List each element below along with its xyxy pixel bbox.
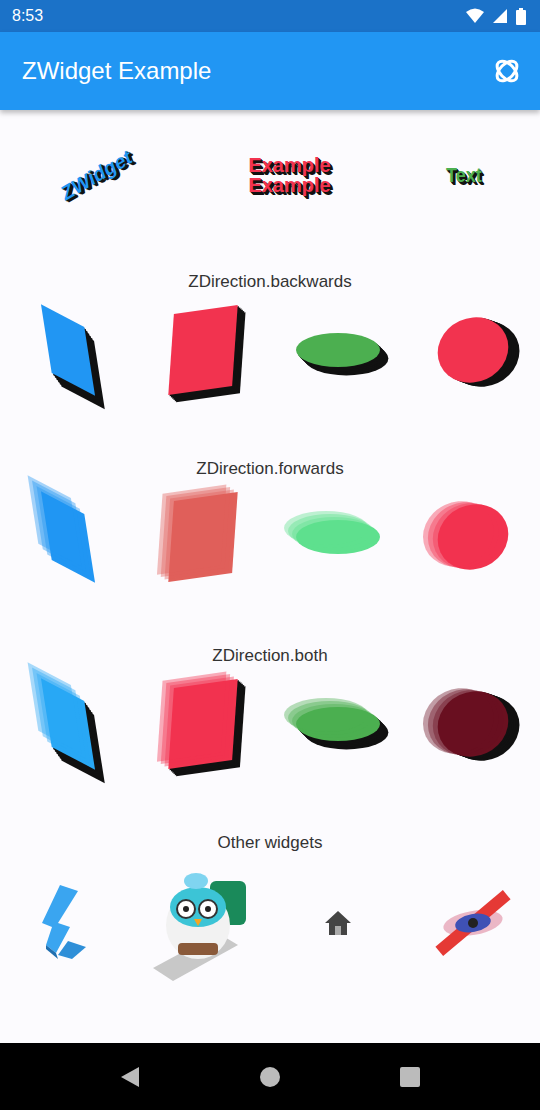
- z-shape: [283, 669, 393, 779]
- app-bar: ZWidget Example: [0, 32, 540, 110]
- shape-layer: [284, 511, 368, 545]
- other-widget: [13, 868, 123, 978]
- shape-layer: [168, 304, 237, 394]
- hero-label: ZWidget: [58, 146, 133, 204]
- status-time: 8:53: [12, 7, 43, 25]
- z-shape: [148, 295, 258, 405]
- shape-row: [0, 292, 540, 407]
- shape-layer: [426, 305, 518, 393]
- status-icons: [466, 8, 526, 25]
- section-title: Other widgets: [0, 833, 540, 853]
- section-title: ZDirection.backwards: [0, 272, 540, 292]
- other-widget: [283, 868, 393, 978]
- shape-layer: [27, 475, 81, 566]
- z-shape: [283, 295, 393, 405]
- rings-icon[interactable]: [492, 56, 522, 86]
- shape-layer: [156, 484, 225, 574]
- z-shape: [13, 482, 123, 592]
- shape-stack: [168, 678, 237, 768]
- shape-stack: [296, 520, 380, 554]
- hero-text: ZWidget: [58, 146, 133, 204]
- logo-icon: [38, 883, 98, 963]
- z-shape: [13, 295, 123, 405]
- other-section: Other widgets: [0, 833, 540, 993]
- screen: 8:53 ZWidget Example ZWidget Example Exa…: [0, 0, 540, 1110]
- direction-section: ZDirection.both: [0, 646, 540, 781]
- shape-stack: [168, 491, 237, 581]
- other-widget: [148, 868, 258, 978]
- status-bar: 8:53: [0, 0, 540, 32]
- hero-row: ZWidget Example Example Text: [0, 130, 540, 220]
- shape-layer: [27, 662, 81, 753]
- shape-layer: [156, 671, 225, 761]
- back-icon[interactable]: [119, 1065, 141, 1089]
- shape-stack: [426, 492, 518, 580]
- hero-label: Text: [446, 165, 482, 185]
- z-shape: [418, 669, 528, 779]
- shape-stack: [168, 304, 237, 394]
- shape-layer: [412, 489, 504, 577]
- battery-icon: [516, 8, 526, 25]
- shape-stack: [40, 678, 94, 769]
- section-title: ZDirection.forwards: [0, 459, 540, 479]
- owl-picture-icon: [148, 863, 258, 983]
- content: ZWidget Example Example Text ZDirection.b…: [0, 110, 540, 1043]
- z-shape: [13, 669, 123, 779]
- direction-section: ZDirection.backwards: [0, 272, 540, 407]
- direction-section: ZDirection.forwards: [0, 459, 540, 594]
- section-title: ZDirection.both: [0, 646, 540, 666]
- z-shape: [148, 669, 258, 779]
- home-icon: [323, 909, 353, 937]
- app-title: ZWidget Example: [22, 57, 211, 85]
- shape-layer: [296, 333, 380, 367]
- home-button-icon[interactable]: [258, 1065, 282, 1089]
- hero-text: Text: [446, 165, 482, 185]
- shape-stack: [426, 679, 518, 767]
- other-widget: [418, 868, 528, 978]
- shape-row: [0, 666, 540, 781]
- shape-row: [0, 479, 540, 594]
- shape-stack: [296, 333, 380, 367]
- shape-stack: [40, 304, 94, 395]
- z-shape: [418, 295, 528, 405]
- recents-icon[interactable]: [399, 1066, 421, 1088]
- shape-layer: [284, 698, 368, 732]
- hero-label: Example: [248, 155, 330, 175]
- wifi-icon: [466, 8, 484, 24]
- navigation-bar: [0, 1043, 540, 1110]
- z-shape: [283, 482, 393, 592]
- shape-stack: [426, 305, 518, 393]
- signal-icon: [492, 8, 508, 24]
- other-row: [0, 853, 540, 993]
- shape-stack: [296, 707, 380, 741]
- shape-layer: [40, 304, 94, 395]
- hero-label-copy: Example: [248, 175, 330, 195]
- z-shape: [418, 482, 528, 592]
- cross-icon: [433, 883, 513, 963]
- hero-text: Example Example: [248, 155, 330, 195]
- z-shape: [148, 482, 258, 592]
- shape-stack: [40, 491, 94, 582]
